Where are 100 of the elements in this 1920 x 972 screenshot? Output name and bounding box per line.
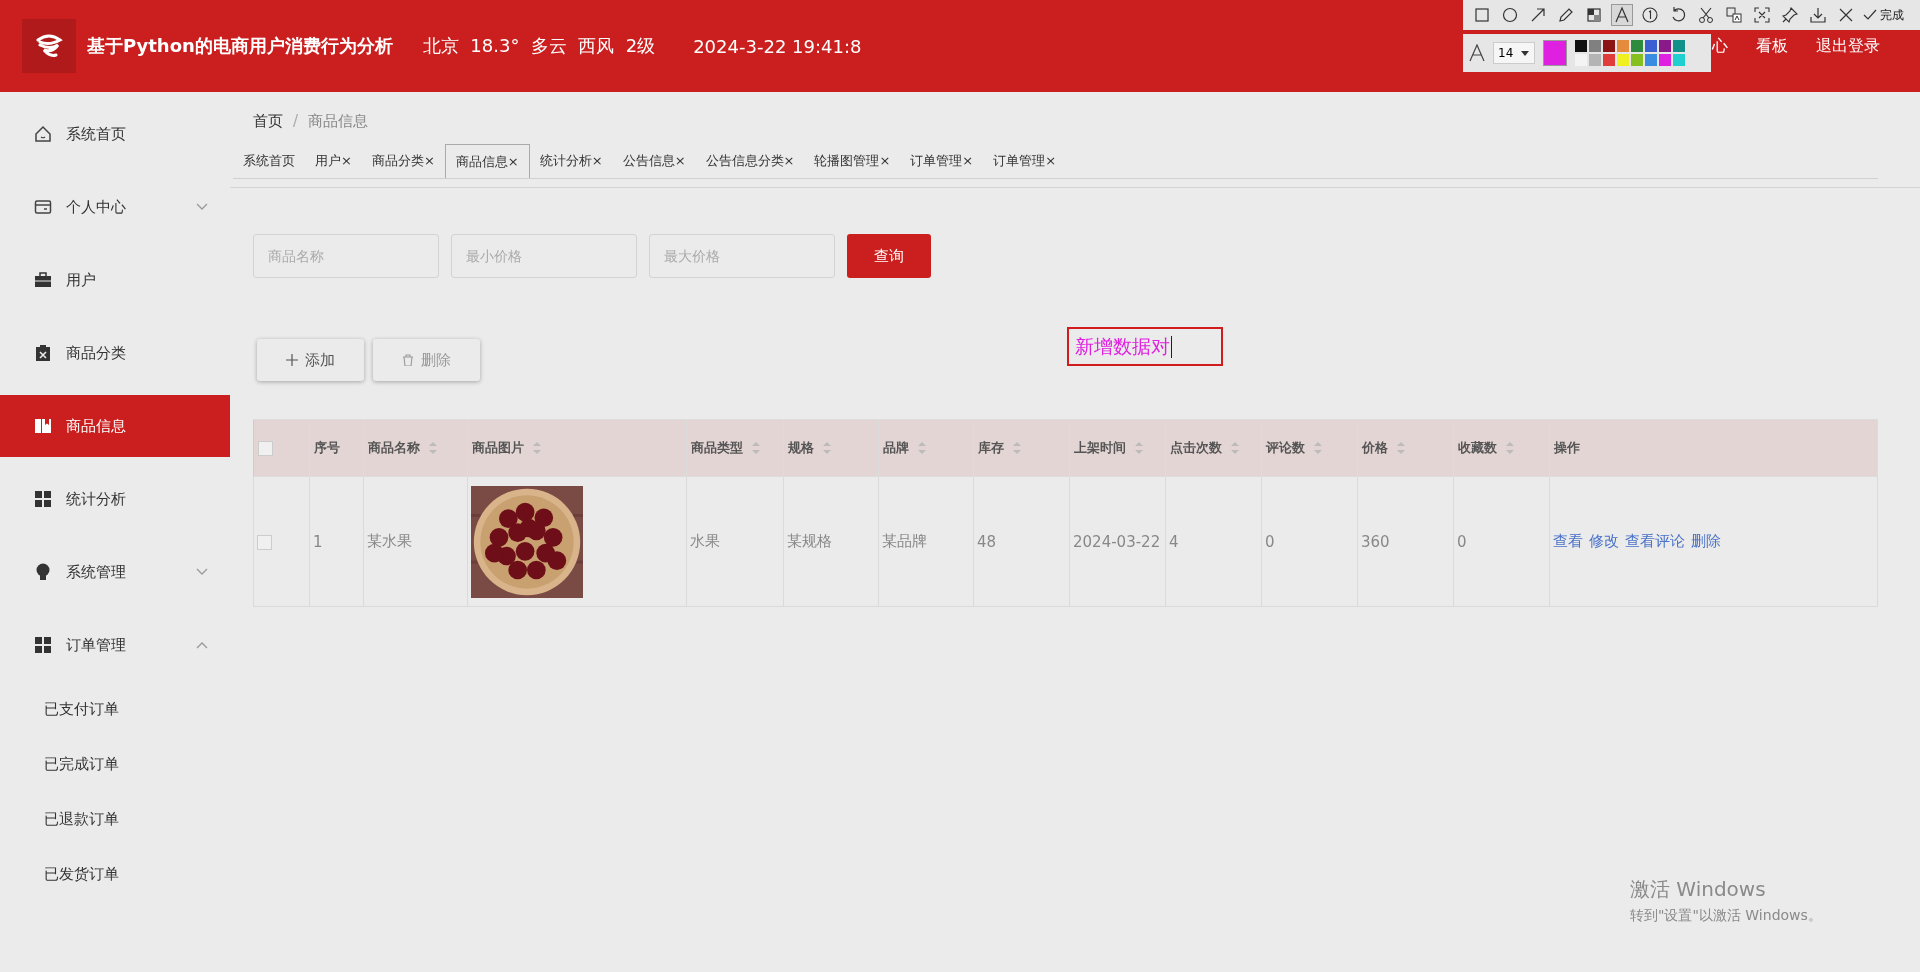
activation-hint: 转到"设置"以激活 Windows。 xyxy=(1630,907,1822,925)
scan-icon xyxy=(1753,6,1771,24)
text-tool-icon xyxy=(1613,6,1631,24)
table-cell: 1 xyxy=(313,532,323,551)
row-action-link[interactable]: 查看 xyxy=(1553,532,1583,550)
row-action-link[interactable]: 修改 xyxy=(1589,532,1619,550)
arrow-icon xyxy=(1529,6,1547,24)
color-swatch[interactable] xyxy=(1575,40,1587,52)
search-button[interactable]: 查询 xyxy=(847,234,931,278)
header-link[interactable]: 退出登录 xyxy=(1816,35,1880,57)
sidebar-subitem[interactable]: 已完成订单 xyxy=(0,742,230,786)
close-icon xyxy=(1837,6,1855,24)
tool-button[interactable] xyxy=(1639,4,1661,26)
sidebar-item[interactable]: 系统首页 xyxy=(0,103,230,165)
column-header: 价格 xyxy=(1362,439,1388,457)
color-swatch[interactable] xyxy=(1617,54,1629,66)
column-header: 收藏数 xyxy=(1458,439,1497,457)
rectangle-icon xyxy=(1473,6,1491,24)
color-swatch[interactable] xyxy=(1589,40,1601,52)
grid-icon xyxy=(34,636,52,654)
sidebar-item[interactable]: 商品分类 xyxy=(0,322,230,384)
column-header: 上架时间 xyxy=(1074,439,1126,457)
header-link[interactable]: 看板 xyxy=(1756,35,1788,57)
table-cell: 48 xyxy=(977,532,997,551)
wallet-icon xyxy=(34,198,52,216)
page-tab[interactable]: 订单管理× xyxy=(983,144,1067,178)
weather-text: 北京 18.3° 多云 西风 2级 xyxy=(422,34,656,58)
search-field[interactable]: 商品名称 xyxy=(253,234,439,278)
color-swatch[interactable] xyxy=(1645,40,1657,52)
sidebar-item[interactable]: 用户 xyxy=(0,249,230,311)
page-tab[interactable]: 用户× xyxy=(305,144,362,178)
page-tab[interactable]: 商品信息× xyxy=(444,144,530,178)
row-action-link[interactable]: 删除 xyxy=(1691,532,1721,550)
sort-icon[interactable] xyxy=(751,441,761,455)
home-icon xyxy=(34,125,52,143)
breadcrumb-item[interactable]: 首页 xyxy=(253,111,283,131)
page-tab[interactable]: 轮播图管理× xyxy=(804,144,901,178)
table-cell: 0 xyxy=(1457,532,1467,551)
color-swatch[interactable] xyxy=(1631,54,1643,66)
sidebar-item[interactable]: 个人中心 xyxy=(0,176,230,238)
sort-icon[interactable] xyxy=(822,441,832,455)
sort-icon[interactable] xyxy=(1505,441,1515,455)
sort-icon[interactable] xyxy=(1313,441,1323,455)
sidebar-subitem[interactable]: 已发货订单 xyxy=(0,852,230,896)
row-action-link[interactable]: 查看评论 xyxy=(1625,532,1685,550)
page-tab[interactable]: 商品分类× xyxy=(361,144,445,178)
tool-button[interactable] xyxy=(1723,4,1745,26)
page-tab[interactable]: 系统首页 xyxy=(233,144,305,178)
done-button[interactable]: 完成 xyxy=(1863,6,1904,24)
sidebar-item[interactable]: 商品信息 xyxy=(0,395,230,457)
sort-icon[interactable] xyxy=(1230,441,1240,455)
sort-icon[interactable] xyxy=(428,441,438,455)
tool-button[interactable] xyxy=(1779,4,1801,26)
color-swatch[interactable] xyxy=(1659,40,1671,52)
grid-icon xyxy=(34,490,52,508)
search-field[interactable]: 最大价格 xyxy=(649,234,835,278)
column-header: 商品图片 xyxy=(472,439,524,457)
briefcase-icon xyxy=(34,271,52,289)
select-all-checkbox[interactable] xyxy=(258,441,273,456)
color-swatch[interactable] xyxy=(1603,40,1615,52)
color-swatch[interactable] xyxy=(1673,40,1685,52)
color-swatch[interactable] xyxy=(1603,54,1615,66)
page-tab[interactable]: 公告信息× xyxy=(612,144,696,178)
sidebar-subitem[interactable]: 已支付订单 xyxy=(0,687,230,731)
translate-icon xyxy=(1725,6,1743,24)
plus-icon xyxy=(286,354,298,366)
breadcrumb-item: 商品信息 xyxy=(308,111,369,131)
scissors-icon xyxy=(1697,6,1715,24)
tool-button[interactable] xyxy=(1751,4,1773,26)
column-header: 操作 xyxy=(1554,439,1580,457)
color-swatch[interactable] xyxy=(1589,54,1601,66)
color-swatch[interactable] xyxy=(1617,40,1629,52)
column-header: 规格 xyxy=(788,439,814,457)
mosaic-icon xyxy=(1585,6,1603,24)
column-header: 品牌 xyxy=(883,439,909,457)
page-tab[interactable]: 订单管理× xyxy=(900,144,984,178)
color-swatch[interactable] xyxy=(1631,40,1643,52)
sort-icon[interactable] xyxy=(1134,441,1144,455)
tool-button[interactable] xyxy=(1611,4,1633,26)
sidebar-subitem[interactable]: 已退款订单 xyxy=(0,797,230,841)
sidebar-item[interactable]: 订单管理 xyxy=(0,614,230,676)
sidebar-item[interactable]: 统计分析 xyxy=(0,468,230,530)
row-checkbox[interactable] xyxy=(257,534,272,550)
sort-icon[interactable] xyxy=(1012,441,1022,455)
app-title: 基于Python的电商用户消费行为分析 xyxy=(87,34,393,58)
column-header: 点击次数 xyxy=(1170,439,1222,457)
breadcrumb-separator: / xyxy=(293,112,299,130)
page-tab[interactable]: 统计分析× xyxy=(529,144,613,178)
sort-icon[interactable] xyxy=(532,441,542,455)
add-button[interactable]: 添加 xyxy=(257,339,364,381)
search-field[interactable]: 最小价格 xyxy=(451,234,637,278)
font-size-select[interactable]: 14 xyxy=(1493,42,1535,64)
sidebar-item[interactable]: 系统管理 xyxy=(0,541,230,603)
page-tab[interactable]: 公告信息分类× xyxy=(695,144,805,178)
sort-icon[interactable] xyxy=(1396,441,1406,455)
color-swatch[interactable] xyxy=(1645,54,1657,66)
sort-icon[interactable] xyxy=(917,441,927,455)
header-link[interactable]: 心 xyxy=(1712,35,1728,57)
color-swatch[interactable] xyxy=(1659,54,1671,66)
color-swatch[interactable] xyxy=(1673,54,1685,66)
